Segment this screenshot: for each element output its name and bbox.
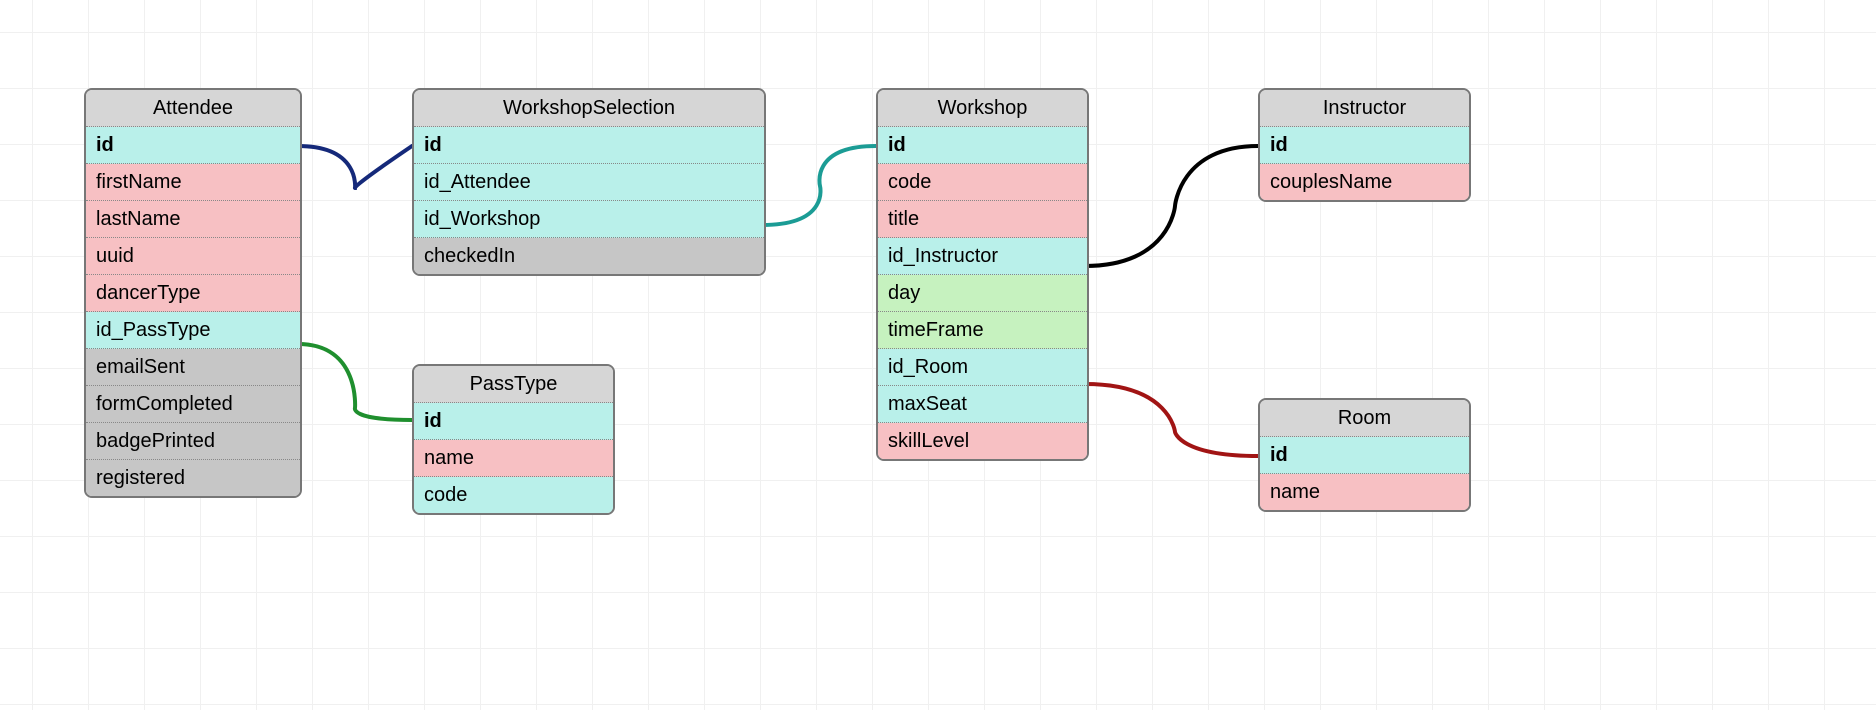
field-workshop-id_Room[interactable]: id_Room [878, 349, 1087, 386]
field-workshopSelection-id_Attendee[interactable]: id_Attendee [414, 164, 764, 201]
field-workshopSelection-id_Workshop[interactable]: id_Workshop [414, 201, 764, 238]
entity-title: Room [1260, 400, 1469, 437]
entity-title: WorkshopSelection [414, 90, 764, 127]
entity-attendee[interactable]: AttendeeidfirstNamelastNameuuiddancerTyp… [84, 88, 302, 498]
entity-room[interactable]: Roomidname [1258, 398, 1471, 512]
field-workshop-day[interactable]: day [878, 275, 1087, 312]
workshop-idroom-to-room-id [1085, 384, 1258, 456]
field-workshop-id[interactable]: id [878, 127, 1087, 164]
entity-workshopSelection[interactable]: WorkshopSelectionidid_Attendeeid_Worksho… [412, 88, 766, 276]
field-workshop-title[interactable]: title [878, 201, 1087, 238]
field-workshop-id_Instructor[interactable]: id_Instructor [878, 238, 1087, 275]
field-workshopSelection-checkedIn[interactable]: checkedIn [414, 238, 764, 274]
field-instructor-id[interactable]: id [1260, 127, 1469, 164]
field-attendee-id_PassType[interactable]: id_PassType [86, 312, 300, 349]
entity-workshop[interactable]: Workshopidcodetitleid_InstructordaytimeF… [876, 88, 1089, 461]
workshop-idinstructor-to-instructor-id [1085, 146, 1258, 266]
field-attendee-registered[interactable]: registered [86, 460, 300, 496]
entity-title: Workshop [878, 90, 1087, 127]
attendee-id-to-workshopselection-id [298, 146, 412, 188]
field-room-id[interactable]: id [1260, 437, 1469, 474]
field-workshop-maxSeat[interactable]: maxSeat [878, 386, 1087, 423]
field-attendee-lastName[interactable]: lastName [86, 201, 300, 238]
field-passType-name[interactable]: name [414, 440, 613, 477]
field-passType-id[interactable]: id [414, 403, 613, 440]
workshopselection-idworkshop-to-workshop-id [762, 146, 876, 225]
field-workshop-code[interactable]: code [878, 164, 1087, 201]
entity-instructor[interactable]: InstructoridcouplesName [1258, 88, 1471, 202]
field-workshopSelection-id[interactable]: id [414, 127, 764, 164]
field-attendee-emailSent[interactable]: emailSent [86, 349, 300, 386]
field-instructor-couplesName[interactable]: couplesName [1260, 164, 1469, 200]
field-attendee-dancerType[interactable]: dancerType [86, 275, 300, 312]
diagram-canvas[interactable]: AttendeeidfirstNamelastNameuuiddancerTyp… [0, 0, 1876, 710]
field-attendee-firstName[interactable]: firstName [86, 164, 300, 201]
field-attendee-formCompleted[interactable]: formCompleted [86, 386, 300, 423]
attendee-passtype-to-passtype-id [298, 344, 412, 420]
field-workshop-skillLevel[interactable]: skillLevel [878, 423, 1087, 459]
entity-title: Instructor [1260, 90, 1469, 127]
field-attendee-uuid[interactable]: uuid [86, 238, 300, 275]
field-attendee-badgePrinted[interactable]: badgePrinted [86, 423, 300, 460]
entity-title: Attendee [86, 90, 300, 127]
field-workshop-timeFrame[interactable]: timeFrame [878, 312, 1087, 349]
field-passType-code[interactable]: code [414, 477, 613, 513]
entity-passType[interactable]: PassTypeidnamecode [412, 364, 615, 515]
field-attendee-id[interactable]: id [86, 127, 300, 164]
entity-title: PassType [414, 366, 613, 403]
field-room-name[interactable]: name [1260, 474, 1469, 510]
